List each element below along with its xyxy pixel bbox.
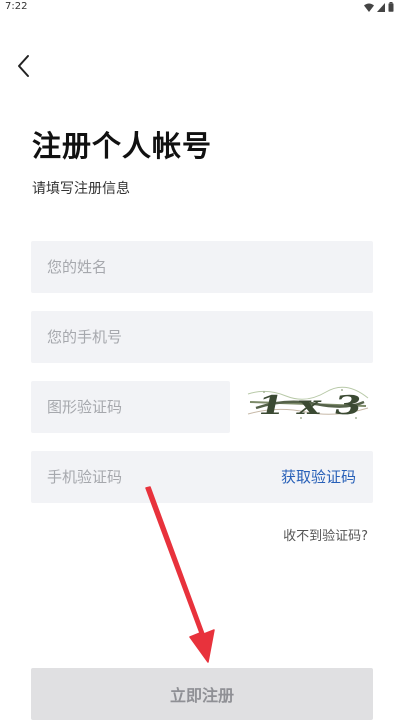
status-time: 7:22: [5, 1, 28, 12]
captcha-image[interactable]: 1 x 3: [246, 384, 370, 424]
name-input[interactable]: [31, 241, 373, 293]
status-icons: [364, 2, 394, 12]
chevron-left-icon: [18, 55, 29, 77]
battery-icon: [388, 2, 394, 12]
page-title: 注册个人帐号: [32, 129, 213, 163]
status-bar: 7:22: [0, 0, 404, 16]
sms-code-input[interactable]: [31, 451, 261, 503]
no-code-link[interactable]: 收不到验证码?: [283, 528, 368, 546]
name-field-container: [31, 241, 373, 293]
captcha-field-container: [31, 381, 230, 433]
phone-field-container: [31, 311, 373, 363]
wifi-icon: [364, 3, 374, 12]
captcha-input[interactable]: [31, 381, 230, 433]
signal-icon: [377, 2, 385, 12]
back-button[interactable]: [12, 52, 36, 80]
captcha-image-text: 1 x 3: [254, 390, 365, 421]
get-code-button[interactable]: 获取验证码: [281, 467, 356, 487]
page-subtitle: 请填写注册信息: [32, 181, 130, 197]
submit-register-button[interactable]: 立即注册: [31, 668, 373, 720]
phone-input[interactable]: [31, 311, 373, 363]
